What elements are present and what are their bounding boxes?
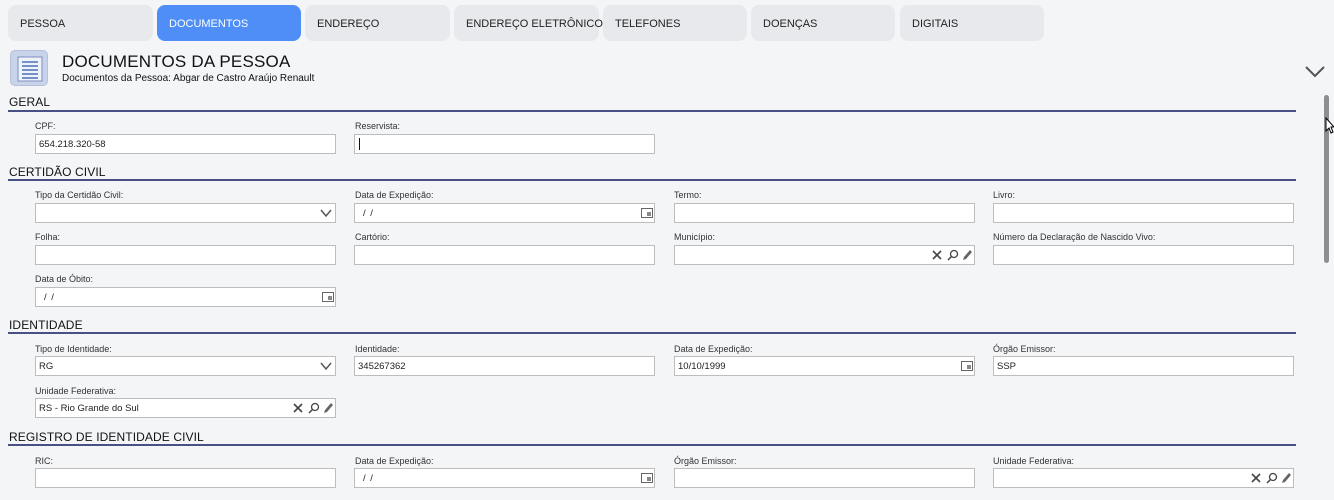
uf-identidade-value: RS - Rio Grande do Sul <box>39 403 139 414</box>
tab-documentos[interactable]: DOCUMENTOS <box>157 5 301 41</box>
calendar-icon[interactable] <box>961 361 973 371</box>
cartorio-label: Cartório: <box>355 232 390 242</box>
tipo-identidade-value: RG <box>39 361 54 372</box>
chevron-down-icon[interactable] <box>1304 64 1326 85</box>
folha-label: Folha: <box>35 232 61 242</box>
tab-doencas[interactable]: DOENÇAS <box>751 5 895 41</box>
tab-pessoa[interactable]: PESSOA <box>8 5 153 41</box>
orgao-emissor-value: SSP <box>997 361 1017 372</box>
search-icon[interactable] <box>1266 472 1278 484</box>
orgao-emissor-input[interactable]: SSP <box>993 356 1294 376</box>
orgao-emissor-ric-label: Órgão Emissor: <box>674 456 737 466</box>
date-placeholder: / / <box>363 208 374 219</box>
nascido-vivo-input[interactable] <box>993 245 1294 265</box>
reservista-input[interactable] <box>354 134 655 154</box>
identidade-input[interactable]: 345267362 <box>354 356 655 376</box>
page-title: DOCUMENTOS DA PESSOA <box>62 52 291 71</box>
section-title-certidao-civil: CERTIDÃO CIVIL <box>9 165 106 179</box>
data-expedicao-certidao-label: Data de Expedição: <box>355 190 434 200</box>
livro-input[interactable] <box>993 203 1294 223</box>
uf-identidade-label: Unidade Federativa: <box>35 386 117 396</box>
cursor-icon <box>1325 116 1334 140</box>
data-obito-input[interactable]: / / <box>35 287 336 307</box>
tab-endereco-eletronico[interactable]: ENDEREÇO ELETRÔNICO <box>454 5 603 41</box>
uf-identidade-input[interactable]: RS - Rio Grande do Sul <box>35 398 336 418</box>
municipio-input[interactable] <box>674 245 975 265</box>
clear-x-icon[interactable] <box>932 250 942 260</box>
ric-input[interactable] <box>35 468 336 488</box>
clear-x-icon[interactable] <box>293 403 303 413</box>
cpf-input[interactable]: 654.218.320-58 <box>35 134 336 154</box>
data-expedicao-identidade-input[interactable]: 10/10/1999 <box>674 356 975 376</box>
tab-endereco[interactable]: ENDEREÇO <box>305 5 450 41</box>
section-divider <box>8 110 1296 112</box>
date-placeholder: / / <box>363 473 374 484</box>
data-expedicao-certidao-input[interactable]: / / <box>354 203 655 223</box>
section-title-geral: GERAL <box>9 95 51 109</box>
data-expedicao-ric-input[interactable]: / / <box>354 468 655 488</box>
ric-label: RIC: <box>35 456 53 466</box>
chevron-down-icon[interactable] <box>320 361 332 371</box>
orgao-emissor-label: Órgão Emissor: <box>993 344 1056 354</box>
livro-label: Livro: <box>993 190 1016 200</box>
data-expedicao-ric-label: Data de Expedição: <box>355 456 434 466</box>
calendar-icon[interactable] <box>641 208 653 218</box>
calendar-icon[interactable] <box>641 473 653 483</box>
cpf-label: CPF: <box>35 121 56 131</box>
date-placeholder: / / <box>44 292 55 303</box>
municipio-label: Município: <box>674 232 716 242</box>
orgao-emissor-ric-input[interactable] <box>674 468 975 488</box>
document-list-icon <box>10 50 48 86</box>
section-divider <box>8 444 1296 446</box>
chevron-down-icon[interactable] <box>320 208 332 218</box>
text-caret <box>359 138 360 150</box>
section-title-ric: REGISTRO DE IDENTIDADE CIVIL <box>9 430 204 444</box>
search-icon[interactable] <box>947 249 959 261</box>
clear-x-icon[interactable] <box>1251 473 1261 483</box>
tab-bar: PESSOA DOCUMENTOS ENDEREÇO ENDEREÇO ELET… <box>0 0 1334 44</box>
folha-input[interactable] <box>35 245 336 265</box>
nascido-vivo-label: Número da Declaração de Nascido Vivo: <box>993 232 1156 242</box>
tipo-identidade-select[interactable]: RG <box>35 356 336 376</box>
section-divider <box>8 332 1296 334</box>
search-icon[interactable] <box>308 402 320 414</box>
data-expedicao-identidade-label: Data de Expedição: <box>674 344 753 354</box>
cpf-value: 654.218.320-58 <box>39 139 106 150</box>
data-obito-label: Data de Óbito: <box>35 274 94 284</box>
tipo-certidao-label: Tipo da Certidão Civil: <box>35 190 124 200</box>
termo-label: Termo: <box>674 190 702 200</box>
data-expedicao-identidade-value: 10/10/1999 <box>678 361 726 372</box>
section-title-identidade: IDENTIDADE <box>9 318 83 332</box>
tipo-identidade-label: Tipo de Identidade: <box>35 344 112 354</box>
uf-ric-label: Unidade Federativa: <box>993 456 1075 466</box>
tipo-certidao-select[interactable] <box>35 203 336 223</box>
pencil-icon[interactable] <box>1281 472 1292 484</box>
uf-ric-input[interactable] <box>993 468 1294 488</box>
termo-input[interactable] <box>674 203 975 223</box>
identidade-label: Identidade: <box>355 344 400 354</box>
identidade-value: 345267362 <box>358 361 406 372</box>
calendar-icon[interactable] <box>322 292 334 302</box>
section-divider <box>8 179 1296 181</box>
cartorio-input[interactable] <box>354 245 655 265</box>
page-subtitle: Documentos da Pessoa: Abgar de Castro Ar… <box>62 73 315 84</box>
pencil-icon[interactable] <box>323 402 334 414</box>
tab-telefones[interactable]: TELEFONES <box>603 5 747 41</box>
tab-digitais[interactable]: DIGITAIS <box>900 5 1044 41</box>
reservista-label: Reservista: <box>355 121 401 131</box>
pencil-icon[interactable] <box>962 249 973 261</box>
